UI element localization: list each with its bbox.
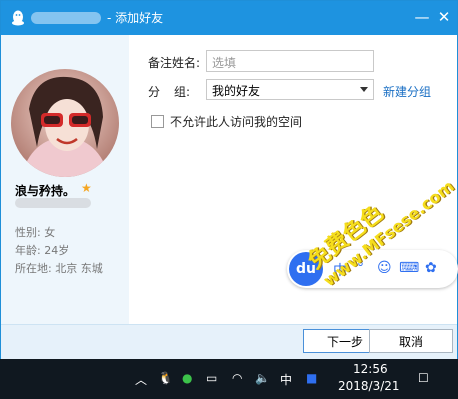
skin-settings-icon[interactable]: ✿: [425, 260, 437, 276]
green-app-icon[interactable]: ●: [182, 371, 192, 385]
remark-name-label: 备注姓名:: [148, 56, 201, 70]
location-info: 所在地: 北京 东城: [15, 262, 103, 275]
volume-icon[interactable]: 🔈: [255, 371, 270, 385]
baidu-tray-icon[interactable]: ■: [306, 371, 317, 385]
age-info: 年龄: 24岁: [15, 244, 70, 257]
keyboard-icon[interactable]: ⌨: [399, 260, 419, 276]
baidu-ime-toolbar[interactable]: du 中 ° ☺ ⌨ ✿: [287, 250, 458, 288]
blurred-signature: [15, 198, 91, 208]
profile-panel: 浪与矜持。 ★ 性别: 女 年龄: 24岁 所在地: 北京 东城: [1, 35, 129, 324]
group-select[interactable]: 我的好友: [206, 79, 374, 100]
minimize-button[interactable]: —: [411, 7, 433, 27]
clock-date[interactable]: 2018/3/21: [338, 379, 400, 393]
clock-time[interactable]: 12:56: [353, 362, 388, 376]
blurred-account-name: [31, 11, 101, 24]
gender-info: 性别: 女: [15, 226, 56, 239]
group-label-first: 分: [148, 85, 161, 99]
ime-mode-toggle[interactable]: 中: [333, 260, 347, 280]
cancel-button[interactable]: 取消: [369, 329, 453, 353]
add-friend-dialog: - 添加好友 — ✕ 浪与矜持。 ★ 性别: 女 年龄: 24岁 所在地: 北京…: [0, 0, 458, 359]
close-button[interactable]: ✕: [433, 7, 455, 27]
new-group-link[interactable]: 新建分组: [383, 83, 431, 100]
ime-indicator[interactable]: 中: [280, 371, 292, 388]
privacy-checkbox-label: 不允许此人访问我的空间: [170, 115, 303, 129]
battery-icon[interactable]: ▭: [206, 371, 217, 385]
baidu-logo-icon[interactable]: du: [289, 252, 323, 286]
dialog-title: - 添加好友: [107, 11, 164, 25]
wifi-icon[interactable]: ◠: [232, 371, 242, 385]
group-label-second: 组:: [174, 85, 191, 99]
nickname: 浪与矜持。: [15, 184, 76, 198]
privacy-checkbox[interactable]: [151, 115, 164, 128]
dropdown-arrow-icon: [360, 87, 368, 92]
emoji-icon[interactable]: ☺: [377, 260, 392, 276]
title-bar[interactable]: - 添加好友 — ✕: [1, 1, 457, 35]
remark-name-input[interactable]: 选填: [206, 50, 374, 72]
notification-icon[interactable]: ☐: [418, 371, 429, 385]
show-hidden-icons-icon[interactable]: ︿: [135, 371, 147, 388]
qq-tray-icon[interactable]: 🐧: [158, 371, 173, 385]
avatar[interactable]: [11, 69, 119, 177]
punctuation-icon[interactable]: °: [357, 260, 364, 276]
qq-penguin-icon: [12, 10, 24, 25]
group-select-value: 我的好友: [212, 84, 261, 98]
star-icon: ★: [81, 181, 92, 195]
avatar-photo: [11, 69, 119, 177]
